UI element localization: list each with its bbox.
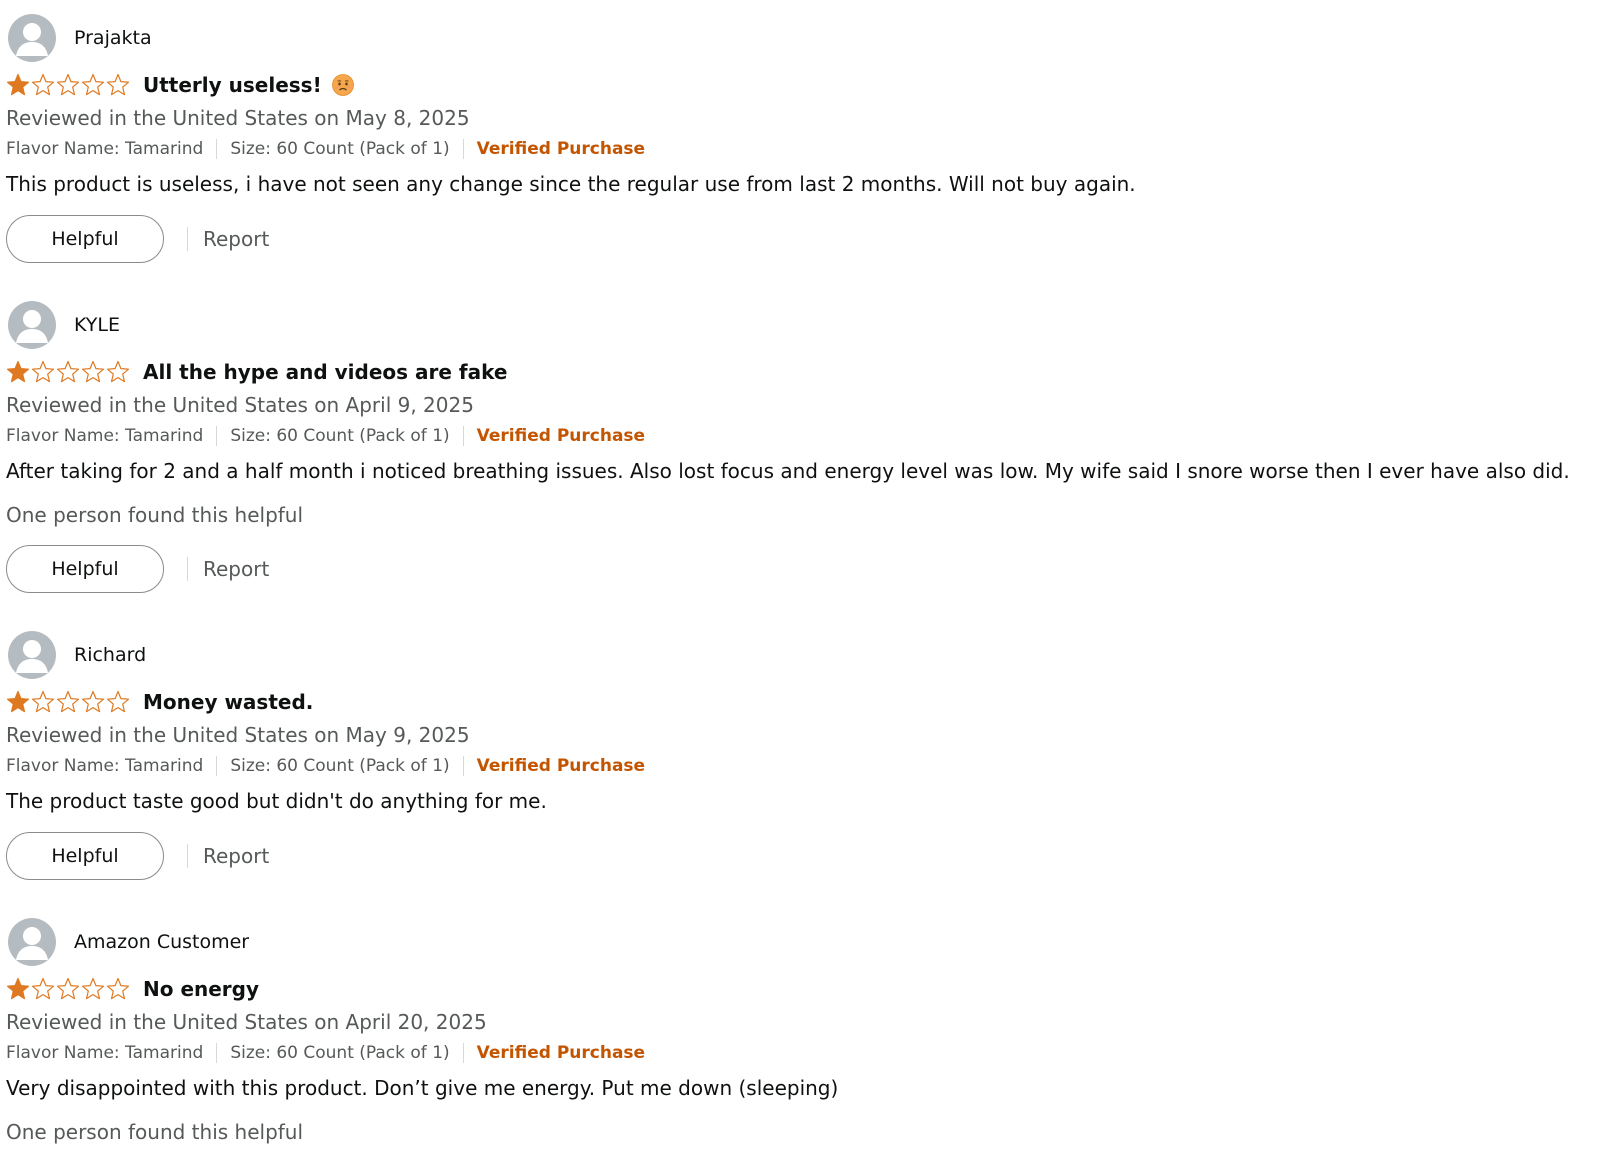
star-empty-icon <box>106 690 130 713</box>
reviewer-profile[interactable]: Richard <box>8 631 146 679</box>
review-meta: Flavor Name: Tamarind Size: 60 Count (Pa… <box>6 756 645 776</box>
review-meta: Flavor Name: Tamarind Size: 60 Count (Pa… <box>6 139 645 159</box>
divider <box>187 227 188 251</box>
report-link[interactable]: Report <box>203 557 269 581</box>
review-meta: Flavor Name: Tamarind Size: 60 Count (Pa… <box>6 426 645 446</box>
divider <box>216 756 218 776</box>
star-empty-icon <box>56 360 80 383</box>
divider <box>187 844 188 868</box>
star-empty-icon <box>81 690 105 713</box>
reviewer-profile[interactable]: KYLE <box>8 301 120 349</box>
star-empty-icon <box>106 977 130 1000</box>
flavor-name[interactable]: Flavor Name: Tamarind <box>6 756 203 776</box>
avatar-icon <box>8 918 56 966</box>
divider <box>462 1043 464 1063</box>
reviewer-profile[interactable]: Amazon Customer <box>8 918 249 966</box>
review-date: Reviewed in the United States on May 8, … <box>6 106 470 130</box>
reviewer-name: Amazon Customer <box>74 931 250 953</box>
star-filled-icon <box>6 977 30 1000</box>
star-empty-icon <box>106 73 130 96</box>
verified-purchase-badge[interactable]: Verified Purchase <box>477 426 645 446</box>
divider <box>216 1043 218 1063</box>
star-empty-icon <box>81 977 105 1000</box>
review-actions: Helpful Report <box>6 831 269 881</box>
divider <box>216 426 218 446</box>
star-empty-icon <box>56 73 80 96</box>
review-body: This product is useless, i have not seen… <box>6 172 1136 196</box>
review-body: After taking for 2 and a half month i no… <box>6 459 1570 483</box>
review-title[interactable]: Utterly useless! <box>143 73 322 97</box>
divider <box>216 139 218 159</box>
review-date: Reviewed in the United States on May 9, … <box>6 723 470 747</box>
verified-purchase-badge[interactable]: Verified Purchase <box>477 139 645 159</box>
helpful-button[interactable]: Helpful <box>6 215 164 263</box>
avatar-icon <box>8 631 56 679</box>
verified-purchase-badge[interactable]: Verified Purchase <box>477 756 645 776</box>
helpful-button[interactable]: Helpful <box>6 545 164 593</box>
flavor-name[interactable]: Flavor Name: Tamarind <box>6 426 203 446</box>
review-body: Very disappointed with this product. Don… <box>6 1076 839 1100</box>
star-rating[interactable] <box>6 360 131 384</box>
flavor-name[interactable]: Flavor Name: Tamarind <box>6 139 203 159</box>
size-label[interactable]: Size: 60 Count (Pack of 1) <box>230 1043 449 1063</box>
review-title[interactable]: All the hype and videos are fake <box>143 360 507 384</box>
helpful-button[interactable]: Helpful <box>6 832 164 880</box>
flavor-name[interactable]: Flavor Name: Tamarind <box>6 1043 203 1063</box>
report-link[interactable]: Report <box>203 844 269 868</box>
divider <box>462 426 464 446</box>
review-date: Reviewed in the United States on April 2… <box>6 1010 487 1034</box>
star-empty-icon <box>56 690 80 713</box>
review-date: Reviewed in the United States on April 9… <box>6 393 474 417</box>
star-empty-icon <box>81 360 105 383</box>
star-empty-icon <box>106 360 130 383</box>
star-empty-icon <box>31 360 55 383</box>
avatar-icon <box>8 301 56 349</box>
helpful-count: One person found this helpful <box>6 503 304 527</box>
star-rating[interactable] <box>6 977 131 1001</box>
review-title[interactable]: Money wasted. <box>143 690 313 714</box>
divider <box>187 557 188 581</box>
reviewer-name: KYLE <box>74 314 120 336</box>
review-actions: Helpful Report <box>6 544 269 594</box>
star-empty-icon <box>31 73 55 96</box>
verified-purchase-badge[interactable]: Verified Purchase <box>477 1043 645 1063</box>
report-link[interactable]: Report <box>203 227 269 251</box>
divider <box>462 139 464 159</box>
reviewer-profile[interactable]: Prajakta <box>8 14 152 62</box>
star-rating[interactable] <box>6 690 131 714</box>
star-filled-icon <box>6 360 30 383</box>
disappointed-face-icon <box>331 74 354 96</box>
star-empty-icon <box>31 690 55 713</box>
helpful-count: One person found this helpful <box>6 1120 304 1144</box>
review-actions: Helpful Report <box>6 214 269 264</box>
reviewer-name: Prajakta <box>74 27 152 49</box>
divider <box>462 756 464 776</box>
size-label[interactable]: Size: 60 Count (Pack of 1) <box>230 426 449 446</box>
star-empty-icon <box>81 73 105 96</box>
size-label[interactable]: Size: 60 Count (Pack of 1) <box>230 756 449 776</box>
reviewer-name: Richard <box>74 644 147 666</box>
review-meta: Flavor Name: Tamarind Size: 60 Count (Pa… <box>6 1043 645 1063</box>
review-title[interactable]: No energy <box>143 977 259 1001</box>
star-filled-icon <box>6 73 30 96</box>
review-body: The product taste good but didn't do any… <box>6 789 547 813</box>
star-empty-icon <box>31 977 55 1000</box>
star-empty-icon <box>56 977 80 1000</box>
star-rating[interactable] <box>6 73 131 97</box>
avatar-icon <box>8 14 56 62</box>
size-label[interactable]: Size: 60 Count (Pack of 1) <box>230 139 449 159</box>
star-filled-icon <box>6 690 30 713</box>
